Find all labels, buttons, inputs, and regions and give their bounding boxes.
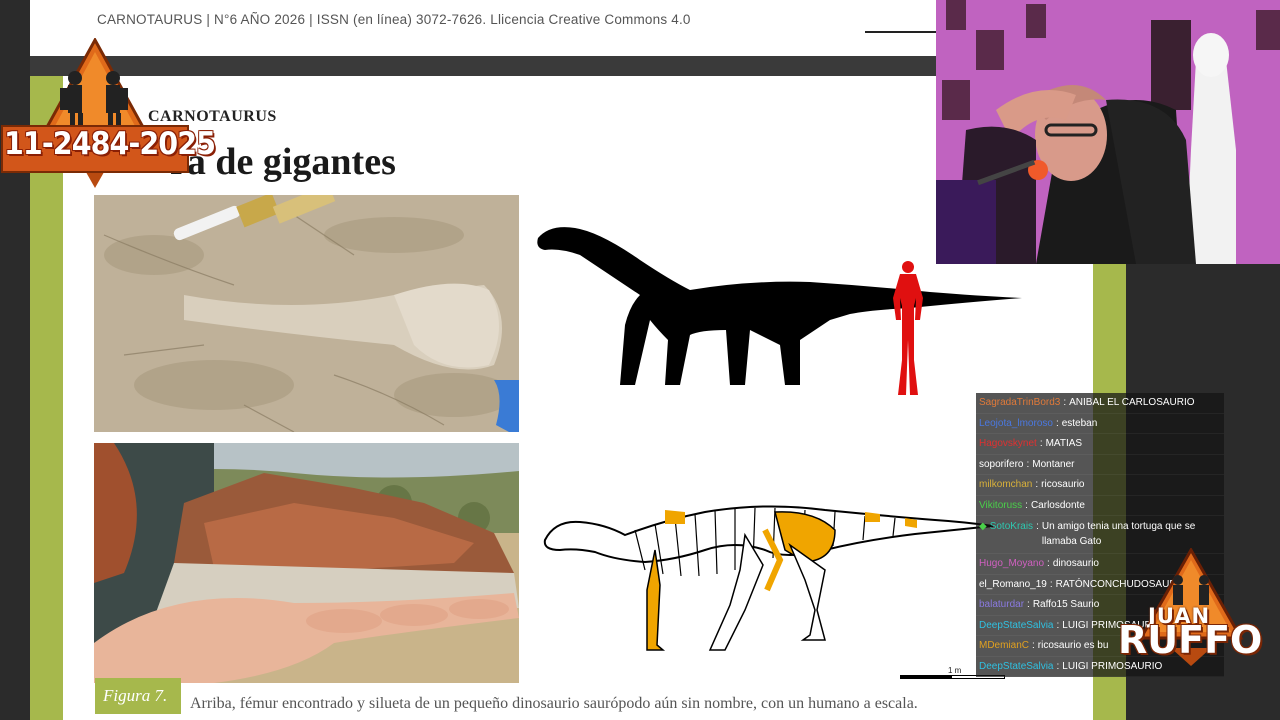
chat-text: ANIBAL EL CARLOSAURIO [1069,397,1195,409]
phone-number-text: 11-2484-2025 [4,126,216,162]
chat-separator: : [1063,397,1067,409]
chat-username: Hugo_Moyano [979,558,1045,570]
chat-message: soporifero: Montaner [976,454,1224,475]
chat-separator: : [1055,417,1059,429]
figure-label: Figura 7. [103,686,168,705]
chat-username: balaturdar [979,599,1025,611]
chat-text: MATIAS [1045,438,1083,450]
chat-message: Vikitoruss: Carlosdonte [976,495,1224,516]
chat-username: SotoKrais [989,521,1034,532]
chat-separator: : [1036,521,1039,532]
document-header-text: CARNOTAURUS | N°6 AÑO 2026 | ISSN (en lí… [97,12,691,27]
phone-number-badge [1,38,189,188]
chat-separator: : [1026,458,1030,470]
chat-message: SagradaTrinBord3: ANIBAL EL CARLOSAURIO [976,393,1224,414]
chat-text: ricosaurio es bu [1037,640,1109,652]
chat-separator: : [1056,619,1060,631]
chat-username: DeepStateSalvia [979,619,1054,631]
subscriber-badge-icon: ◆ [979,521,987,532]
chat-separator: : [1047,558,1050,570]
chat-username: DeepStateSalvia [979,660,1054,672]
chat-username: Hagovskynet [979,438,1037,450]
chat-message: Hagovskynet: MATIAS [976,434,1224,455]
chat-separator: : [1056,660,1060,672]
chat-username: milkomchan [979,479,1033,491]
chat-text: Montaner [1032,458,1075,470]
chat-separator: : [1025,499,1028,511]
chat-separator: : [1027,599,1030,611]
chat-separator: : [1032,640,1035,652]
chat-text: Un amigo tenia una tortuga que se llamab… [1041,521,1196,547]
dinosaur-skeleton-reconstruction [543,505,994,651]
header-rule [865,31,936,33]
chat-username: Vikitoruss [979,499,1023,511]
chat-username: soporifero [979,458,1024,470]
chat-separator: : [1035,479,1039,491]
figure-caption: Arriba, fémur encontrado y silueta de un… [190,695,918,712]
chat-separator: : [1039,438,1043,450]
chat-message: milkomchan: ricosaurio [976,475,1224,496]
chat-text: Carlosdonte [1030,499,1085,511]
chat-message: Leojota_lmoroso: esteban [976,413,1224,434]
chat-text: Raffo15 Saurio [1032,599,1100,611]
scale-label: 1 m [948,666,962,675]
logo-text-ruffo: RUFFO [1118,618,1263,662]
chat-text: dinosaurio [1052,558,1099,570]
femur-excavation-photo [94,195,519,432]
chat-text: ricosaurio [1041,479,1085,491]
chat-text: esteban [1061,417,1098,429]
chat-username: MDemianC [979,640,1030,652]
webcam-feed [936,0,1280,264]
chat-username: el_Romano_19 [979,578,1047,590]
chat-separator: : [1049,578,1053,590]
chat-username: Leojota_lmoroso [979,417,1053,429]
fossil-in-hand-photo [94,443,519,683]
chat-username: SagradaTrinBord3 [979,397,1061,409]
